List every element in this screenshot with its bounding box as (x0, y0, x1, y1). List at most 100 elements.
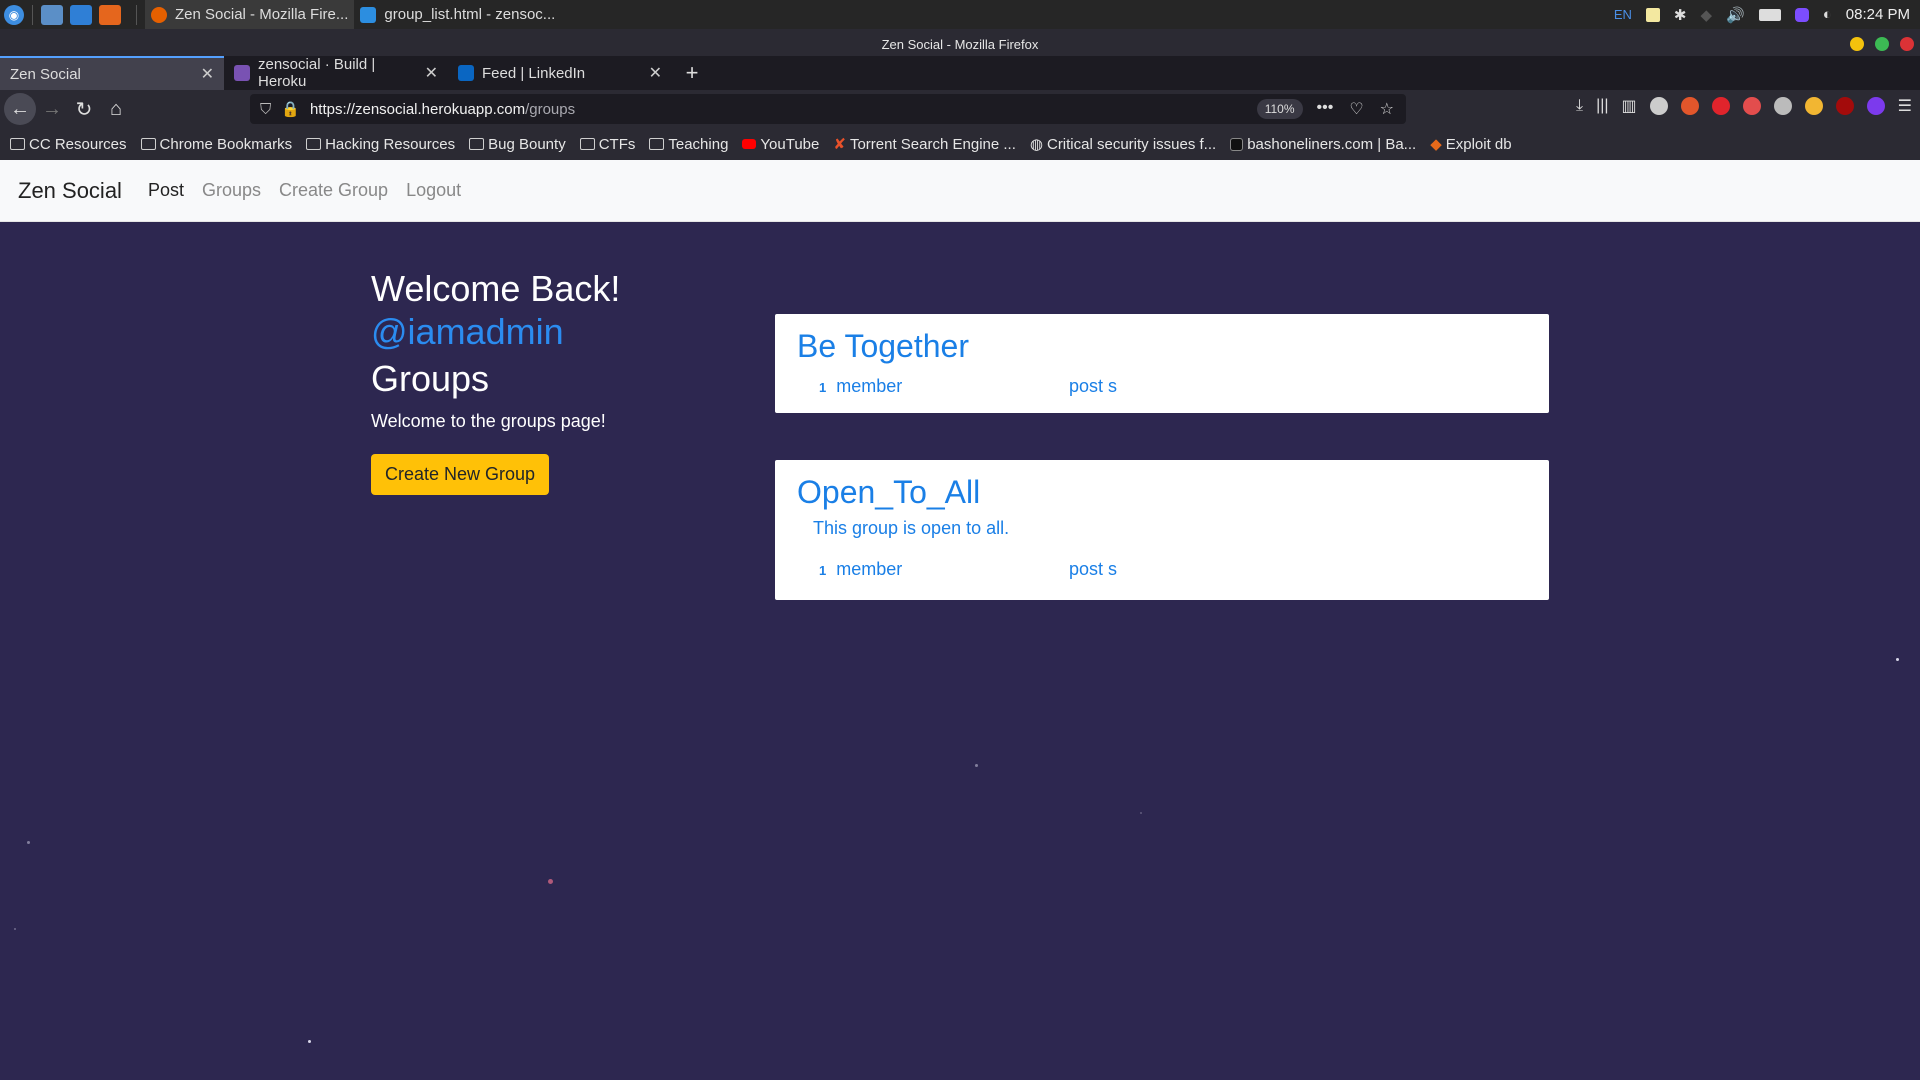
close-tab-icon[interactable]: ✕ (649, 63, 662, 83)
background-particle (975, 764, 978, 767)
nav-groups[interactable]: Groups (202, 180, 261, 201)
bookmark-critical-security[interactable]: ◍ Critical security issues f... (1030, 135, 1216, 154)
minimize-button[interactable] (1850, 37, 1864, 51)
file-manager-icon[interactable] (41, 4, 63, 25)
background-particle (1896, 658, 1899, 661)
url-host: https://zensocial.herokuapp.com (309, 100, 526, 118)
downloads-icon[interactable]: ⤓ (1576, 97, 1583, 115)
bookmark-bug-bounty[interactable]: Bug Bounty (469, 136, 566, 153)
ublock-icon[interactable] (1835, 97, 1854, 115)
nav-create-group[interactable]: Create Group (279, 180, 388, 201)
taskbar-task-firefox[interactable]: Zen Social - Mozilla Fire... (145, 0, 355, 29)
volume-icon[interactable]: 🔊 (1726, 6, 1745, 24)
start-menu-icon[interactable]: ◉ (4, 4, 24, 25)
tab-linkedin[interactable]: Feed | LinkedIn ✕ (448, 56, 672, 90)
pocket-icon[interactable]: ♡ (1349, 99, 1363, 119)
exploit-icon: ◆ (1430, 136, 1442, 153)
tab-label: Feed | LinkedIn (482, 64, 586, 82)
create-new-group-button[interactable]: Create New Group (371, 454, 550, 495)
heroku-icon (234, 65, 250, 81)
torrent-icon: ✘ (833, 136, 846, 153)
group-card-be-together[interactable]: Be Together 1 member post s (775, 314, 1549, 413)
bluetooth-icon[interactable]: ✱ (1674, 6, 1687, 24)
window-title: Zen Social - Mozilla Firefox (881, 36, 1039, 52)
extension-gray-icon[interactable] (1773, 97, 1792, 115)
nav-logout[interactable]: Logout (406, 180, 461, 201)
home-button[interactable]: ⌂ (100, 93, 132, 125)
page-actions-icon[interactable]: ••• (1317, 99, 1334, 119)
page-title: Groups (371, 358, 490, 399)
notes-icon[interactable] (1645, 7, 1660, 22)
lock-icon[interactable]: 🔒 (281, 100, 300, 118)
bookmark-exploit-db[interactable]: ◆ Exploit db (1430, 135, 1512, 154)
vpn-icon[interactable] (1794, 7, 1809, 22)
adblock-icon[interactable] (1711, 97, 1730, 115)
window-titlebar: Zen Social - Mozilla Firefox (0, 29, 1920, 59)
battery-icon[interactable] (1758, 8, 1781, 21)
bookmark-chrome-bookmarks[interactable]: Chrome Bookmarks (140, 135, 293, 153)
background-particle (308, 1040, 311, 1043)
bookmark-label: Torrent Search Engine ... (849, 135, 1016, 153)
bookmark-label: Teaching (668, 135, 729, 153)
member-label: member (836, 376, 903, 396)
address-bar[interactable]: ⛉ 🔒 https://zensocial.herokuapp.com/grou… (250, 94, 1406, 124)
new-tab-button[interactable]: + (672, 56, 712, 90)
member-count: 1 (819, 380, 827, 395)
bookmark-hacking-resources[interactable]: Hacking Resources (306, 136, 455, 153)
finder-icon[interactable] (70, 4, 92, 25)
tab-zen-social[interactable]: Zen Social ✕ (0, 56, 224, 90)
group-title[interactable]: Be Together (797, 326, 1527, 366)
extension-purple-icon[interactable] (1866, 97, 1885, 115)
nav-post[interactable]: Post (148, 180, 184, 201)
site-brand[interactable]: Zen Social (18, 178, 122, 204)
back-button[interactable]: ← (4, 93, 36, 125)
power-icon[interactable]: ◐ (1823, 6, 1832, 23)
os-taskbar: ◉ Zen Social - Mozilla Fire... group_lis… (0, 0, 1920, 29)
group-card-open-to-all[interactable]: Open_To_All This group is open to all. 1… (775, 460, 1549, 600)
bookmark-torrent-search[interactable]: ✘ Torrent Search Engine ... (833, 135, 1016, 154)
firefox-icon (151, 6, 167, 23)
taskbar-separator (136, 4, 137, 25)
forward-button[interactable]: → (36, 93, 68, 125)
sidebar-icon[interactable]: ▥ (1622, 96, 1637, 116)
bookmark-label: CTFs (598, 135, 636, 153)
close-window-button[interactable] (1900, 37, 1914, 51)
linkedin-icon (458, 65, 474, 81)
group-title[interactable]: Open_To_All (797, 472, 1527, 512)
tab-heroku[interactable]: zensocial · Build | Heroku ✕ (224, 56, 448, 90)
username-link[interactable]: @iamadmin (371, 311, 731, 353)
bookmark-teaching[interactable]: Teaching (649, 136, 728, 153)
page-content: Welcome Back! @iamadmin Groups Welcome t… (0, 222, 1920, 1080)
extension-red-icon[interactable] (1742, 97, 1761, 115)
taskbar-task-vscode[interactable]: group_list.html - zensoc... (354, 0, 561, 29)
close-tab-icon[interactable]: ✕ (201, 64, 214, 84)
foxyproxy-icon[interactable] (1680, 97, 1699, 115)
bookmark-bashoneliners[interactable]: bashoneliners.com | Ba... (1230, 136, 1416, 153)
background-particle (548, 879, 553, 884)
network-icon[interactable]: ◆ (1700, 6, 1712, 24)
extension-yellow-icon[interactable] (1804, 97, 1823, 115)
bookmark-label: Chrome Bookmarks (159, 135, 293, 153)
shield-icon[interactable]: ⛉ (260, 101, 271, 118)
maximize-button[interactable] (1875, 37, 1889, 51)
bookmark-label: YouTube (760, 135, 820, 153)
tab-label: zensocial · Build | Heroku (258, 56, 376, 90)
burp-suite-icon[interactable] (99, 4, 121, 25)
bookmark-label: Exploit db (1445, 135, 1512, 153)
background-particle (27, 841, 30, 844)
taskbar-task-label: group_list.html - zensoc... (384, 6, 556, 23)
library-icon[interactable]: ||| (1596, 97, 1608, 115)
close-tab-icon[interactable]: ✕ (425, 63, 438, 83)
menu-icon[interactable]: ☰ (1898, 96, 1912, 116)
keyboard-layout[interactable]: EN (1614, 7, 1632, 22)
account-icon[interactable] (1649, 97, 1668, 115)
clock[interactable]: 08:24 PM (1846, 6, 1910, 23)
reload-button[interactable]: ↻ (68, 93, 100, 125)
bookmark-ctfs[interactable]: CTFs (579, 135, 636, 153)
bookmark-star-icon[interactable]: ☆ (1380, 99, 1394, 119)
vscode-icon (360, 6, 377, 23)
zoom-indicator[interactable]: 110% (1256, 99, 1303, 119)
bookmark-youtube[interactable]: YouTube (742, 136, 819, 153)
tab-strip: Zen Social ✕ zensocial · Build | Heroku … (0, 56, 1920, 90)
bookmark-cc-resources[interactable]: CC Resources (10, 136, 127, 153)
